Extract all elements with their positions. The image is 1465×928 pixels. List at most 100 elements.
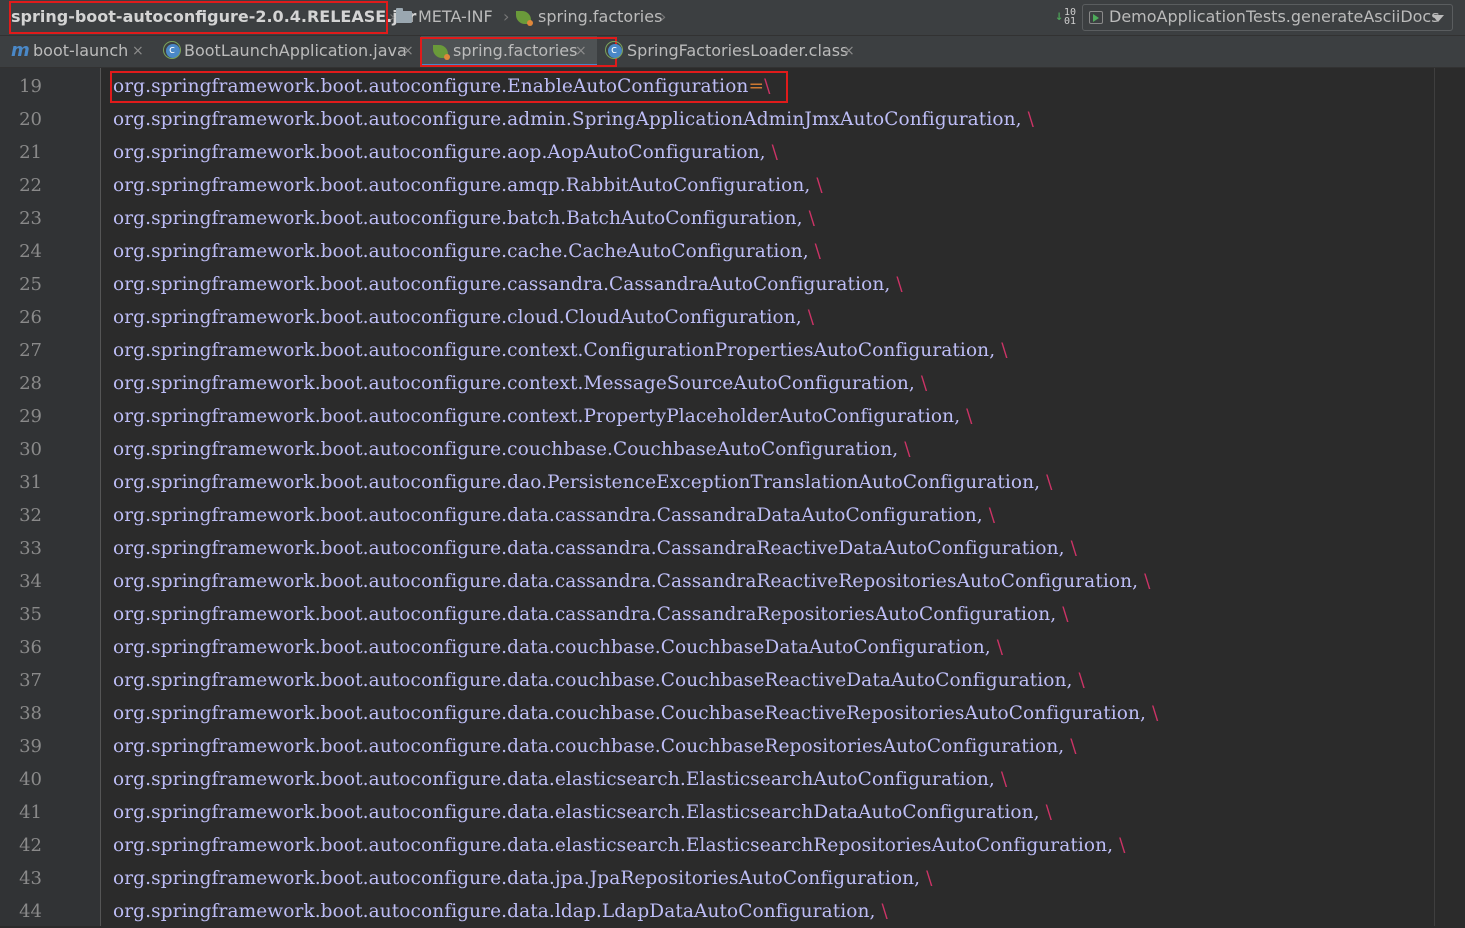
code-text: org.springframework.boot.autoconfigure.d… (113, 532, 1077, 565)
code-line[interactable]: 35 org.springframework.boot.autoconfigure… (0, 598, 1430, 631)
breadcrumb-meta-inf[interactable]: META-INF (418, 0, 493, 36)
code-line[interactable]: 32 org.springframework.boot.autoconfigure… (0, 499, 1430, 532)
property-key-text: org.springframework.boot.autoconfigure.c… (113, 307, 802, 328)
line-number: 28 (19, 373, 42, 394)
code-line[interactable]: 41 org.springframework.boot.autoconfigure… (0, 796, 1430, 829)
line-number: 32 (19, 505, 42, 526)
close-icon[interactable]: × (843, 36, 855, 66)
code-line[interactable]: 26 org.springframework.boot.autoconfigure… (0, 301, 1430, 334)
line-continuation: \ (966, 406, 973, 427)
line-number: 37 (19, 670, 42, 691)
code-line[interactable]: 20 org.springframework.boot.autoconfigure… (0, 103, 1430, 136)
code-line[interactable]: 23 org.springframework.boot.autoconfigure… (0, 202, 1430, 235)
tab-bootlaunchapplication[interactable]: BootLaunchApplication.java × (158, 35, 420, 67)
code-line[interactable]: 38 org.springframework.boot.autoconfigure… (0, 697, 1430, 730)
line-number: 21 (19, 142, 42, 163)
line-continuation: \ (1027, 109, 1034, 130)
code-line[interactable]: 19 org.springframework.boot.autoconfigure… (0, 70, 1430, 103)
line-continuation: \ (808, 208, 815, 229)
editor-tab-bar: m boot-launch × BootLaunchApplication.ja… (0, 35, 1465, 68)
code-line[interactable]: 44 org.springframework.boot.autoconfigure… (0, 895, 1430, 928)
property-key-text: org.springframework.boot.autoconfigure.a… (113, 142, 766, 163)
code-line[interactable]: 22 org.springframework.boot.autoconfigure… (0, 169, 1430, 202)
code-line[interactable]: 27 org.springframework.boot.autoconfigure… (0, 334, 1430, 367)
code-line[interactable]: 25 org.springframework.boot.autoconfigure… (0, 268, 1430, 301)
line-continuation: \ (1001, 340, 1008, 361)
property-key-text: org.springframework.boot.autoconfigure.c… (113, 340, 996, 361)
line-continuation: \ (1070, 538, 1077, 559)
code-line[interactable]: 40 org.springframework.boot.autoconfigure… (0, 763, 1430, 796)
code-line[interactable]: 30 org.springframework.boot.autoconfigure… (0, 433, 1430, 466)
tab-spring-factories[interactable]: spring.factories × (421, 36, 597, 67)
close-icon[interactable]: × (575, 36, 587, 66)
line-continuation: \ (1152, 703, 1159, 724)
property-key-text: org.springframework.boot.autoconfigure.d… (113, 472, 1041, 493)
code-text: org.springframework.boot.autoconfigure.d… (113, 829, 1126, 862)
property-key-text: org.springframework.boot.autoconfigure.a… (113, 175, 811, 196)
property-key-text: org.springframework.boot.autoconfigure.a… (113, 109, 1022, 130)
line-number: 29 (19, 406, 42, 427)
tab-springfactoriesloader[interactable]: SpringFactoriesLoader.class × (600, 35, 862, 67)
breadcrumb-spring-factories[interactable]: spring.factories (538, 0, 662, 36)
property-key-text: org.springframework.boot.autoconfigure.d… (113, 571, 1139, 592)
property-key-text: org.springframework.boot.autoconfigure.d… (113, 637, 991, 658)
line-number: 35 (19, 604, 42, 625)
spring-leaf-icon (433, 45, 450, 60)
breadcrumb-jar[interactable]: spring-boot-autoconfigure-2.0.4.RELEASE.… (11, 0, 416, 36)
spring-leaf-icon (516, 11, 533, 26)
run-configuration-select[interactable]: DemoApplicationTests.generateAsciiDocs (1082, 4, 1453, 31)
junit-run-icon (1089, 11, 1103, 24)
code-line[interactable]: 37 org.springframework.boot.autoconfigure… (0, 664, 1430, 697)
line-continuation: =\ (748, 76, 770, 97)
line-continuation: \ (996, 637, 1004, 658)
code-text: org.springframework.boot.autoconfigure.d… (113, 862, 932, 895)
code-text: org.springframework.boot.autoconfigure.d… (113, 499, 995, 532)
code-line[interactable]: 31 org.springframework.boot.autoconfigure… (0, 466, 1430, 499)
line-continuation: \ (988, 505, 996, 526)
code-line[interactable]: 36 org.springframework.boot.autoconfigure… (0, 631, 1430, 664)
class-icon (163, 35, 181, 65)
breadcrumb-separator: › (389, 7, 396, 26)
tab-boot-launch[interactable]: m boot-launch × (0, 36, 158, 67)
line-continuation: \ (904, 439, 911, 460)
line-number: 19 (19, 76, 42, 97)
right-margin-guide (1434, 68, 1435, 926)
code-text: org.springframework.boot.autoconfigure.d… (113, 565, 1150, 598)
code-text: org.springframework.boot.autoconfigure.c… (113, 268, 903, 301)
code-text: org.springframework.boot.autoconfigure.c… (113, 433, 911, 466)
code-line[interactable]: 33 org.springframework.boot.autoconfigure… (0, 532, 1430, 565)
line-number: 20 (19, 109, 42, 130)
property-key-text: org.springframework.boot.autoconfigure.c… (113, 241, 809, 262)
sort-numeric-icon[interactable]: ↓ 10 01 (1055, 8, 1076, 27)
property-key-text: org.springframework.boot.autoconfigure.c… (113, 274, 891, 295)
line-number: 30 (19, 439, 42, 460)
code-line[interactable]: 34 org.springframework.boot.autoconfigure… (0, 565, 1430, 598)
code-text: org.springframework.boot.autoconfigure.d… (113, 763, 1007, 796)
code-line[interactable]: 28 org.springframework.boot.autoconfigure… (0, 367, 1430, 400)
code-line[interactable]: 42 org.springframework.boot.autoconfigure… (0, 829, 1430, 862)
breadcrumb-separator: › (503, 7, 510, 26)
code-text: org.springframework.boot.autoconfigure.d… (113, 697, 1158, 730)
code-line[interactable]: 21 org.springframework.boot.autoconfigure… (0, 136, 1430, 169)
code-text: org.springframework.boot.autoconfigure.c… (113, 334, 1008, 367)
line-number: 42 (19, 835, 42, 856)
code-line[interactable]: 43 org.springframework.boot.autoconfigure… (0, 862, 1430, 895)
close-icon[interactable]: × (132, 36, 144, 66)
close-icon[interactable]: × (402, 36, 414, 66)
maven-module-icon: m (11, 40, 30, 61)
code-editor[interactable]: 19 org.springframework.boot.autoconfigure… (0, 68, 1465, 926)
property-key-text: org.springframework.boot.autoconfigure.c… (113, 406, 961, 427)
code-line[interactable]: 29 org.springframework.boot.autoconfigure… (0, 400, 1430, 433)
line-number: 36 (19, 637, 42, 658)
line-continuation: \ (896, 274, 903, 295)
code-text: org.springframework.boot.autoconfigure.d… (113, 664, 1085, 697)
line-continuation: \ (814, 241, 822, 262)
code-line[interactable]: 39 org.springframework.boot.autoconfigure… (0, 730, 1430, 763)
line-continuation: \ (1078, 670, 1085, 691)
chevron-down-icon (1432, 15, 1444, 22)
code-line[interactable]: 24 org.springframework.boot.autoconfigure… (0, 235, 1430, 268)
line-number: 33 (19, 538, 42, 559)
code-text: org.springframework.boot.autoconfigure.d… (113, 631, 1003, 664)
property-key-text: org.springframework.boot.autoconfigure.d… (113, 604, 1057, 625)
line-continuation: \ (920, 373, 928, 394)
